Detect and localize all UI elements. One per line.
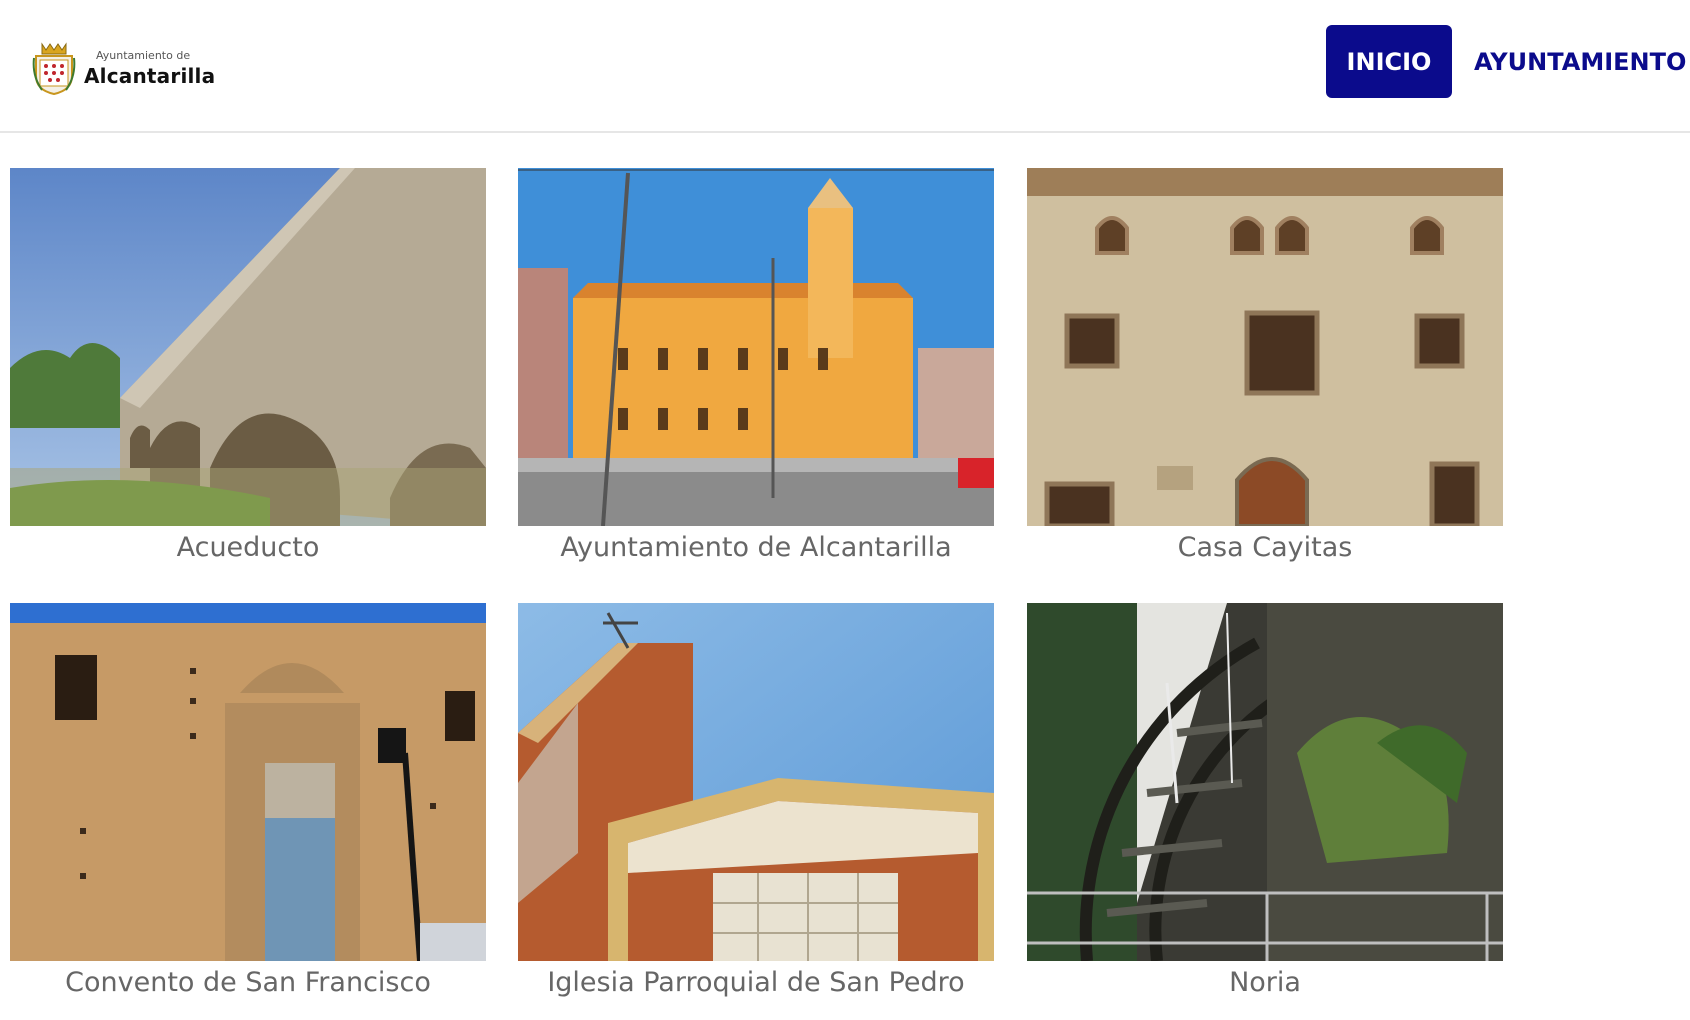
gallery-caption[interactable]: Acueducto bbox=[10, 532, 486, 563]
nav-ayuntamiento-link[interactable]: AYUNTAMIENTO bbox=[1474, 25, 1686, 98]
acueducto-image[interactable] bbox=[10, 168, 486, 526]
gallery-card-iglesia[interactable]: Iglesia Parroquial de San Pedro bbox=[518, 603, 994, 998]
coat-of-arms-icon bbox=[32, 40, 76, 96]
gallery-caption[interactable]: Ayuntamiento de Alcantarilla bbox=[518, 532, 994, 563]
gallery-caption[interactable]: Iglesia Parroquial de San Pedro bbox=[518, 967, 994, 998]
gallery-card-noria[interactable]: Noria bbox=[1027, 603, 1503, 998]
gallery-caption[interactable]: Noria bbox=[1027, 967, 1503, 998]
convento-image[interactable] bbox=[10, 603, 486, 961]
gallery-card-casa-cayitas[interactable]: Casa Cayitas bbox=[1027, 168, 1503, 563]
gallery-card-acueducto[interactable]: Acueducto bbox=[10, 168, 486, 563]
gallery-card-convento[interactable]: Convento de San Francisco bbox=[10, 603, 486, 998]
logo-line2: Alcantarilla bbox=[84, 64, 216, 88]
gallery-caption[interactable]: Convento de San Francisco bbox=[10, 967, 486, 998]
noria-image[interactable] bbox=[1027, 603, 1503, 961]
gallery-caption[interactable]: Casa Cayitas bbox=[1027, 532, 1503, 563]
casa-cayitas-image[interactable] bbox=[1027, 168, 1503, 526]
site-logo[interactable]: Ayuntamiento de Alcantarilla bbox=[32, 40, 215, 96]
ayuntamiento-image[interactable] bbox=[518, 168, 994, 526]
iglesia-image[interactable] bbox=[518, 603, 994, 961]
nav-inicio-button[interactable]: INICIO bbox=[1326, 25, 1452, 98]
site-header: Ayuntamiento de Alcantarilla INICIO AYUN… bbox=[0, 0, 1690, 133]
logo-text: Ayuntamiento de Alcantarilla bbox=[84, 50, 215, 86]
gallery-card-ayuntamiento[interactable]: Ayuntamiento de Alcantarilla bbox=[518, 168, 994, 563]
logo-line1: Ayuntamiento de bbox=[96, 49, 191, 62]
